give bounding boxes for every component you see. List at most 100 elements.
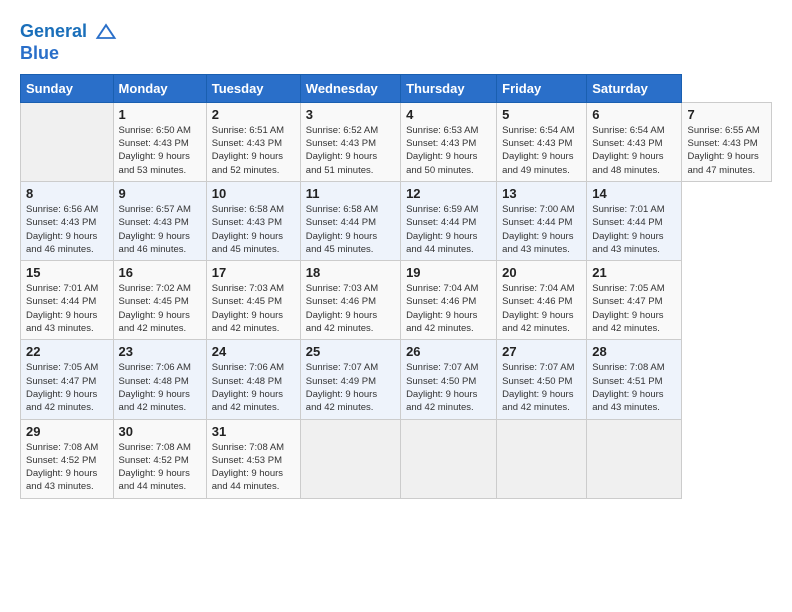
day-info: Sunrise: 7:08 AM Sunset: 4:51 PM Dayligh…: [592, 361, 676, 414]
calendar-cell: 23 Sunrise: 7:06 AM Sunset: 4:48 PM Dayl…: [113, 340, 206, 419]
calendar-cell: 2 Sunrise: 6:51 AM Sunset: 4:43 PM Dayli…: [206, 102, 300, 181]
day-info: Sunrise: 7:07 AM Sunset: 4:50 PM Dayligh…: [406, 361, 491, 414]
day-info: Sunrise: 7:02 AM Sunset: 4:45 PM Dayligh…: [119, 282, 201, 335]
day-header-sunday: Sunday: [21, 74, 114, 102]
day-info: Sunrise: 6:56 AM Sunset: 4:43 PM Dayligh…: [26, 203, 108, 256]
calendar-cell: 16 Sunrise: 7:02 AM Sunset: 4:45 PM Dayl…: [113, 261, 206, 340]
calendar-cell: [300, 419, 400, 498]
calendar-cell: 8 Sunrise: 6:56 AM Sunset: 4:43 PM Dayli…: [21, 181, 114, 260]
day-number: 14: [592, 186, 676, 201]
calendar-cell: 15 Sunrise: 7:01 AM Sunset: 4:44 PM Dayl…: [21, 261, 114, 340]
calendar-cell: 13 Sunrise: 7:00 AM Sunset: 4:44 PM Dayl…: [497, 181, 587, 260]
calendar-cell: 3 Sunrise: 6:52 AM Sunset: 4:43 PM Dayli…: [300, 102, 400, 181]
day-info: Sunrise: 7:08 AM Sunset: 4:52 PM Dayligh…: [119, 441, 201, 494]
calendar-cell: 4 Sunrise: 6:53 AM Sunset: 4:43 PM Dayli…: [401, 102, 497, 181]
calendar-cell: [497, 419, 587, 498]
calendar-cell: 26 Sunrise: 7:07 AM Sunset: 4:50 PM Dayl…: [401, 340, 497, 419]
day-number: 26: [406, 344, 491, 359]
day-info: Sunrise: 7:08 AM Sunset: 4:53 PM Dayligh…: [212, 441, 295, 494]
calendar-cell: 18 Sunrise: 7:03 AM Sunset: 4:46 PM Dayl…: [300, 261, 400, 340]
day-number: 23: [119, 344, 201, 359]
calendar-cell: 11 Sunrise: 6:58 AM Sunset: 4:44 PM Dayl…: [300, 181, 400, 260]
calendar-cell: 21 Sunrise: 7:05 AM Sunset: 4:47 PM Dayl…: [587, 261, 682, 340]
day-info: Sunrise: 7:03 AM Sunset: 4:45 PM Dayligh…: [212, 282, 295, 335]
day-info: Sunrise: 6:58 AM Sunset: 4:44 PM Dayligh…: [306, 203, 395, 256]
page-header: General Blue: [20, 20, 772, 64]
week-row-2: 8 Sunrise: 6:56 AM Sunset: 4:43 PM Dayli…: [21, 181, 772, 260]
calendar-cell: 25 Sunrise: 7:07 AM Sunset: 4:49 PM Dayl…: [300, 340, 400, 419]
week-row-1: 1 Sunrise: 6:50 AM Sunset: 4:43 PM Dayli…: [21, 102, 772, 181]
calendar-cell: 31 Sunrise: 7:08 AM Sunset: 4:53 PM Dayl…: [206, 419, 300, 498]
day-info: Sunrise: 6:50 AM Sunset: 4:43 PM Dayligh…: [119, 124, 201, 177]
day-info: Sunrise: 6:59 AM Sunset: 4:44 PM Dayligh…: [406, 203, 491, 256]
day-number: 30: [119, 424, 201, 439]
day-number: 12: [406, 186, 491, 201]
calendar-cell: 19 Sunrise: 7:04 AM Sunset: 4:46 PM Dayl…: [401, 261, 497, 340]
day-info: Sunrise: 7:04 AM Sunset: 4:46 PM Dayligh…: [406, 282, 491, 335]
day-header-saturday: Saturday: [587, 74, 682, 102]
day-info: Sunrise: 7:06 AM Sunset: 4:48 PM Dayligh…: [119, 361, 201, 414]
calendar-table: SundayMondayTuesdayWednesdayThursdayFrid…: [20, 74, 772, 499]
day-info: Sunrise: 7:06 AM Sunset: 4:48 PM Dayligh…: [212, 361, 295, 414]
day-number: 15: [26, 265, 108, 280]
day-number: 1: [119, 107, 201, 122]
calendar-cell: 20 Sunrise: 7:04 AM Sunset: 4:46 PM Dayl…: [497, 261, 587, 340]
day-header-monday: Monday: [113, 74, 206, 102]
day-number: 24: [212, 344, 295, 359]
day-info: Sunrise: 7:05 AM Sunset: 4:47 PM Dayligh…: [592, 282, 676, 335]
day-info: Sunrise: 6:52 AM Sunset: 4:43 PM Dayligh…: [306, 124, 395, 177]
day-info: Sunrise: 6:51 AM Sunset: 4:43 PM Dayligh…: [212, 124, 295, 177]
day-info: Sunrise: 6:54 AM Sunset: 4:43 PM Dayligh…: [592, 124, 676, 177]
calendar-cell: 30 Sunrise: 7:08 AM Sunset: 4:52 PM Dayl…: [113, 419, 206, 498]
calendar-cell: 12 Sunrise: 6:59 AM Sunset: 4:44 PM Dayl…: [401, 181, 497, 260]
day-number: 16: [119, 265, 201, 280]
day-number: 27: [502, 344, 581, 359]
day-number: 10: [212, 186, 295, 201]
calendar-cell: 24 Sunrise: 7:06 AM Sunset: 4:48 PM Dayl…: [206, 340, 300, 419]
calendar-cell: 14 Sunrise: 7:01 AM Sunset: 4:44 PM Dayl…: [587, 181, 682, 260]
day-number: 31: [212, 424, 295, 439]
day-info: Sunrise: 7:00 AM Sunset: 4:44 PM Dayligh…: [502, 203, 581, 256]
day-number: 22: [26, 344, 108, 359]
calendar-cell: 10 Sunrise: 6:58 AM Sunset: 4:43 PM Dayl…: [206, 181, 300, 260]
calendar-cell: 7 Sunrise: 6:55 AM Sunset: 4:43 PM Dayli…: [682, 102, 772, 181]
day-header-tuesday: Tuesday: [206, 74, 300, 102]
day-number: 20: [502, 265, 581, 280]
calendar-cell: 28 Sunrise: 7:08 AM Sunset: 4:51 PM Dayl…: [587, 340, 682, 419]
day-info: Sunrise: 6:55 AM Sunset: 4:43 PM Dayligh…: [687, 124, 766, 177]
day-number: 28: [592, 344, 676, 359]
day-number: 5: [502, 107, 581, 122]
logo-text: General Blue: [20, 20, 118, 64]
day-number: 8: [26, 186, 108, 201]
calendar-cell: 22 Sunrise: 7:05 AM Sunset: 4:47 PM Dayl…: [21, 340, 114, 419]
logo: General Blue: [20, 20, 118, 64]
calendar-cell: [587, 419, 682, 498]
day-number: 17: [212, 265, 295, 280]
calendar-cell: 1 Sunrise: 6:50 AM Sunset: 4:43 PM Dayli…: [113, 102, 206, 181]
week-row-5: 29 Sunrise: 7:08 AM Sunset: 4:52 PM Dayl…: [21, 419, 772, 498]
calendar-cell: 29 Sunrise: 7:08 AM Sunset: 4:52 PM Dayl…: [21, 419, 114, 498]
day-info: Sunrise: 7:07 AM Sunset: 4:49 PM Dayligh…: [306, 361, 395, 414]
empty-cell: [21, 102, 114, 181]
day-header-friday: Friday: [497, 74, 587, 102]
day-info: Sunrise: 6:57 AM Sunset: 4:43 PM Dayligh…: [119, 203, 201, 256]
day-info: Sunrise: 6:53 AM Sunset: 4:43 PM Dayligh…: [406, 124, 491, 177]
day-number: 21: [592, 265, 676, 280]
week-row-4: 22 Sunrise: 7:05 AM Sunset: 4:47 PM Dayl…: [21, 340, 772, 419]
day-number: 6: [592, 107, 676, 122]
day-info: Sunrise: 7:03 AM Sunset: 4:46 PM Dayligh…: [306, 282, 395, 335]
day-info: Sunrise: 7:07 AM Sunset: 4:50 PM Dayligh…: [502, 361, 581, 414]
day-info: Sunrise: 7:01 AM Sunset: 4:44 PM Dayligh…: [592, 203, 676, 256]
day-header-thursday: Thursday: [401, 74, 497, 102]
calendar-cell: 17 Sunrise: 7:03 AM Sunset: 4:45 PM Dayl…: [206, 261, 300, 340]
day-number: 7: [687, 107, 766, 122]
day-number: 4: [406, 107, 491, 122]
day-number: 11: [306, 186, 395, 201]
day-info: Sunrise: 7:05 AM Sunset: 4:47 PM Dayligh…: [26, 361, 108, 414]
day-info: Sunrise: 7:08 AM Sunset: 4:52 PM Dayligh…: [26, 441, 108, 494]
day-info: Sunrise: 6:54 AM Sunset: 4:43 PM Dayligh…: [502, 124, 581, 177]
header-row: SundayMondayTuesdayWednesdayThursdayFrid…: [21, 74, 772, 102]
day-number: 29: [26, 424, 108, 439]
calendar-cell: 5 Sunrise: 6:54 AM Sunset: 4:43 PM Dayli…: [497, 102, 587, 181]
day-number: 18: [306, 265, 395, 280]
